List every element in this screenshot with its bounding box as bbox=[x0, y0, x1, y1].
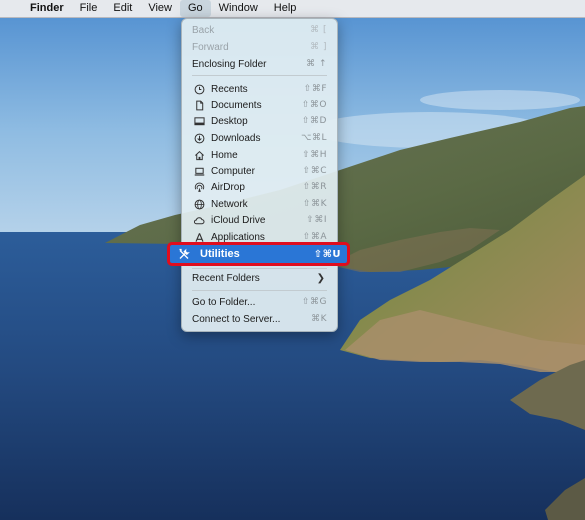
airdrop-icon bbox=[193, 181, 205, 193]
menu-item-back-label: Back bbox=[192, 24, 215, 36]
shortcut-forward: ⌘ ] bbox=[310, 42, 327, 52]
menu-item-desktop-label: Desktop bbox=[211, 115, 248, 127]
shortcut-home: ⇧⌘H bbox=[302, 150, 327, 160]
menu-item-go-to-folder-label: Go to Folder... bbox=[192, 296, 256, 308]
shortcut-desktop: ⇧⌘D bbox=[302, 116, 327, 126]
menu-view[interactable]: View bbox=[140, 0, 180, 17]
menu-separator bbox=[192, 75, 327, 76]
menu-item-utilities[interactable]: Utilities ⇧⌘U bbox=[167, 242, 350, 266]
menu-item-downloads-label: Downloads bbox=[211, 132, 261, 144]
menu-item-connect-to-server[interactable]: Connect to Server... ⌘K bbox=[186, 311, 333, 327]
menu-item-home[interactable]: Home ⇧⌘H bbox=[186, 147, 333, 163]
menu-item-computer[interactable]: Computer ⇧⌘C bbox=[186, 163, 333, 179]
shortcut-network: ⇧⌘K bbox=[303, 199, 327, 209]
shortcut-connect: ⌘K bbox=[311, 314, 327, 324]
menu-separator bbox=[192, 290, 327, 291]
shortcut-applications: ⇧⌘A bbox=[302, 232, 327, 242]
menu-separator bbox=[192, 268, 327, 269]
menu-item-documents-label: Documents bbox=[211, 99, 262, 111]
menu-finder[interactable]: Finder bbox=[26, 0, 72, 17]
menu-item-applications-label: Applications bbox=[211, 231, 265, 243]
shortcut-enclosing: ⌘ ↑ bbox=[306, 59, 327, 69]
download-icon bbox=[193, 132, 205, 144]
menu-item-downloads[interactable]: Downloads ⌥⌘L bbox=[186, 130, 333, 146]
shortcut-back: ⌘ [ bbox=[310, 25, 327, 35]
go-menu: Back ⌘ [ Forward ⌘ ] Enclosing Folder ⌘ … bbox=[167, 18, 350, 332]
shortcut-computer: ⇧⌘C bbox=[302, 166, 327, 176]
shortcut-documents: ⇧⌘O bbox=[301, 100, 327, 110]
menu-item-airdrop[interactable]: AirDrop ⇧⌘R bbox=[186, 179, 333, 195]
menu-item-enclosing-label: Enclosing Folder bbox=[192, 58, 267, 70]
shortcut-go-to-folder: ⇧⌘G bbox=[301, 297, 327, 307]
menu-item-recents[interactable]: Recents ⇧⌘F bbox=[186, 81, 333, 97]
menu-item-recent-folders-label: Recent Folders bbox=[192, 272, 260, 284]
menu-item-icloud-drive[interactable]: iCloud Drive ⇧⌘I bbox=[186, 212, 333, 228]
menu-item-network-label: Network bbox=[211, 198, 248, 210]
menu-item-back[interactable]: Back ⌘ [ bbox=[186, 22, 333, 38]
menu-edit[interactable]: Edit bbox=[105, 0, 140, 17]
menu-item-go-to-folder[interactable]: Go to Folder... ⇧⌘G bbox=[186, 294, 333, 310]
clock-icon bbox=[193, 83, 205, 95]
apple-icon[interactable] bbox=[0, 0, 26, 17]
menu-item-forward[interactable]: Forward ⌘ ] bbox=[186, 39, 333, 55]
desktop-icon bbox=[193, 115, 205, 127]
menu-bar: Finder File Edit View Go Window Help bbox=[0, 0, 585, 18]
menu-item-enclosing-folder[interactable]: Enclosing Folder ⌘ ↑ bbox=[186, 56, 333, 72]
home-icon bbox=[193, 149, 205, 161]
menu-item-computer-label: Computer bbox=[211, 165, 255, 177]
shortcut-downloads: ⌥⌘L bbox=[301, 133, 327, 143]
shortcut-icloud: ⇧⌘I bbox=[306, 215, 327, 225]
shortcut-utilities: ⇧⌘U bbox=[313, 248, 341, 260]
menu-item-network[interactable]: Network ⇧⌘K bbox=[186, 196, 333, 212]
shortcut-recents: ⇧⌘F bbox=[303, 84, 327, 94]
menu-item-documents[interactable]: Documents ⇧⌘O bbox=[186, 97, 333, 113]
menu-item-airdrop-label: AirDrop bbox=[211, 181, 245, 193]
menu-item-connect-label: Connect to Server... bbox=[192, 313, 281, 325]
menu-help[interactable]: Help bbox=[266, 0, 305, 17]
document-icon bbox=[193, 99, 205, 111]
tools-icon bbox=[178, 248, 190, 260]
menu-item-desktop[interactable]: Desktop ⇧⌘D bbox=[186, 113, 333, 129]
menu-item-recents-label: Recents bbox=[211, 83, 248, 95]
menu-go[interactable]: Go bbox=[179, 0, 211, 17]
shortcut-airdrop: ⇧⌘R bbox=[302, 182, 327, 192]
menu-item-applications[interactable]: Applications ⇧⌘A bbox=[186, 229, 333, 245]
menu-file[interactable]: File bbox=[72, 0, 106, 17]
menu-item-home-label: Home bbox=[211, 149, 238, 161]
menu-item-forward-label: Forward bbox=[192, 41, 229, 53]
menu-item-utilities-label: Utilities bbox=[200, 248, 240, 260]
menu-item-icloud-label: iCloud Drive bbox=[211, 214, 266, 226]
menu-item-recent-folders[interactable]: Recent Folders ❯ bbox=[186, 270, 333, 286]
globe-icon bbox=[193, 198, 205, 210]
applications-icon bbox=[193, 231, 205, 243]
computer-icon bbox=[193, 165, 205, 177]
cloud-icon bbox=[193, 214, 205, 226]
chevron-right-icon: ❯ bbox=[316, 272, 325, 284]
menu-window[interactable]: Window bbox=[211, 0, 266, 17]
